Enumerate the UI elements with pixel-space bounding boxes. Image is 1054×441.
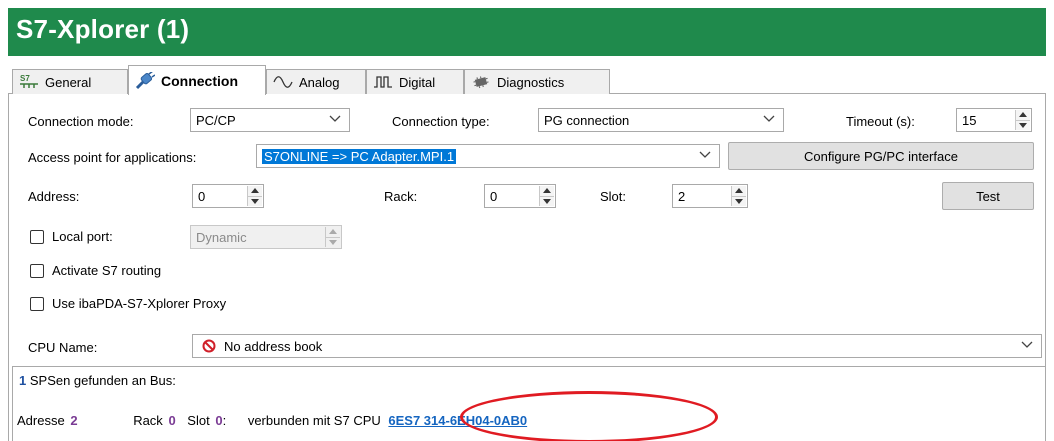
chevron-down-icon [699, 151, 711, 159]
local-port-checkbox[interactable]: Local port: [30, 229, 113, 244]
chevron-down-icon [1021, 341, 1033, 349]
rack-label: Rack: [384, 189, 418, 204]
chevron-down-icon [763, 115, 775, 123]
spin-down-icon[interactable] [732, 197, 746, 207]
timeout-stepper[interactable]: 15 [956, 108, 1032, 132]
local-port-value: Dynamic [196, 229, 247, 245]
square-wave-icon [373, 74, 393, 90]
s7-routing-label: Activate S7 routing [52, 263, 162, 278]
tab-analog[interactable]: Analog [266, 69, 366, 94]
access-point-select[interactable]: S7ONLINE => PC Adapter.MPI.1 [256, 144, 720, 168]
local-port-label: Local port: [52, 229, 113, 244]
cpu-name-label: CPU Name: [28, 340, 98, 355]
spin-down-icon[interactable] [540, 197, 554, 207]
connection-type-value: PG connection [544, 112, 630, 128]
plug-icon [135, 71, 155, 89]
connection-type-select[interactable]: PG connection [538, 108, 784, 132]
test-button[interactable]: Test [942, 182, 1034, 210]
result-header: 1 SPSen gefunden an Bus: [19, 373, 176, 388]
slot-value: 2 [678, 188, 686, 204]
address-stepper[interactable]: 0 [192, 184, 264, 208]
address-label: Address: [28, 189, 80, 204]
configure-pgpc-button[interactable]: Configure PG/PC interface [728, 142, 1034, 170]
checkbox-box[interactable] [30, 296, 44, 311]
spin-down-icon[interactable] [1016, 121, 1030, 131]
access-point-value: S7ONLINE => PC Adapter.MPI.1 [262, 148, 457, 164]
tab-connection-label: Connection [161, 72, 238, 89]
spin-up-icon[interactable] [326, 227, 340, 238]
rack-value: 0 [490, 188, 498, 204]
checkbox-box[interactable] [30, 263, 44, 278]
s7-icon: S7 [19, 74, 39, 90]
address-value: 0 [198, 188, 206, 204]
rack-result-label: Rack [133, 413, 163, 428]
timeout-value: 15 [962, 112, 977, 128]
tab-connection[interactable]: Connection [128, 65, 266, 95]
spin-buttons[interactable] [731, 186, 746, 206]
tab-analog-label: Analog [299, 74, 340, 90]
tab-diagnostics[interactable]: Diagnostics [464, 69, 610, 94]
spin-up-icon[interactable] [540, 186, 554, 197]
chip-icon [471, 74, 491, 90]
highlight-ellipse [460, 391, 718, 441]
spin-buttons[interactable] [325, 227, 340, 247]
spin-buttons[interactable] [1015, 110, 1030, 130]
access-point-label: Access point for applications: [28, 150, 197, 165]
rack-result-value: 0 [168, 413, 176, 428]
tab-general-label: General [45, 74, 92, 90]
connection-type-label: Connection type: [392, 114, 490, 129]
tab-diagnostics-label: Diagnostics [497, 74, 565, 90]
adresse-label: Adresse [17, 413, 65, 428]
slot-stepper[interactable]: 2 [672, 184, 748, 208]
tab-digital-label: Digital [399, 74, 436, 90]
cpu-name-select[interactable]: No address book [192, 334, 1042, 358]
slot-result-label: Slot [187, 413, 210, 428]
tab-general[interactable]: S7 General [12, 69, 128, 94]
spin-up-icon[interactable] [732, 186, 746, 197]
spin-buttons[interactable] [247, 186, 262, 206]
window-title: S7-Xplorer (1) [16, 14, 190, 44]
slot-colon: : [222, 413, 227, 428]
cpu-name-value: No address book [224, 338, 323, 354]
connection-mode-value: PC/CP [196, 112, 236, 128]
adresse-value: 2 [70, 413, 78, 428]
slot-result-value: 0 [215, 413, 223, 428]
tab-digital[interactable]: Digital [366, 69, 464, 94]
rack-stepper[interactable]: 0 [484, 184, 556, 208]
spin-buttons[interactable] [539, 186, 554, 206]
timeout-label: Timeout (s): [846, 114, 915, 129]
slot-label: Slot: [600, 189, 627, 204]
proxy-checkbox[interactable]: Use ibaPDA-S7-Xplorer Proxy [30, 296, 226, 311]
window-titlebar: S7-Xplorer (1) [8, 8, 1046, 56]
checkbox-box[interactable] [30, 229, 44, 244]
local-port-stepper[interactable]: Dynamic [190, 225, 342, 249]
spin-down-icon[interactable] [326, 238, 340, 248]
spin-up-icon[interactable] [1016, 110, 1030, 121]
no-entry-icon [202, 339, 216, 353]
svg-text:S7: S7 [20, 74, 30, 83]
tab-strip: S7 General Connection Analog Digital Dia… [8, 64, 1046, 95]
result-header-text: SPSen gefunden an Bus: [26, 373, 176, 388]
chevron-down-icon [329, 115, 341, 123]
connected-text: verbunden mit S7 CPU [247, 413, 381, 428]
s7-routing-checkbox[interactable]: Activate S7 routing [30, 263, 161, 278]
wave-icon [273, 74, 293, 90]
connection-mode-select[interactable]: PC/CP [190, 108, 350, 132]
spin-up-icon[interactable] [248, 186, 262, 197]
connection-mode-label: Connection mode: [28, 114, 134, 129]
result-line: Adresse 2 Rack 0 Slot 0: verbunden mit S… [17, 413, 527, 428]
proxy-label: Use ibaPDA-S7-Xplorer Proxy [52, 296, 227, 311]
spin-down-icon[interactable] [248, 197, 262, 207]
